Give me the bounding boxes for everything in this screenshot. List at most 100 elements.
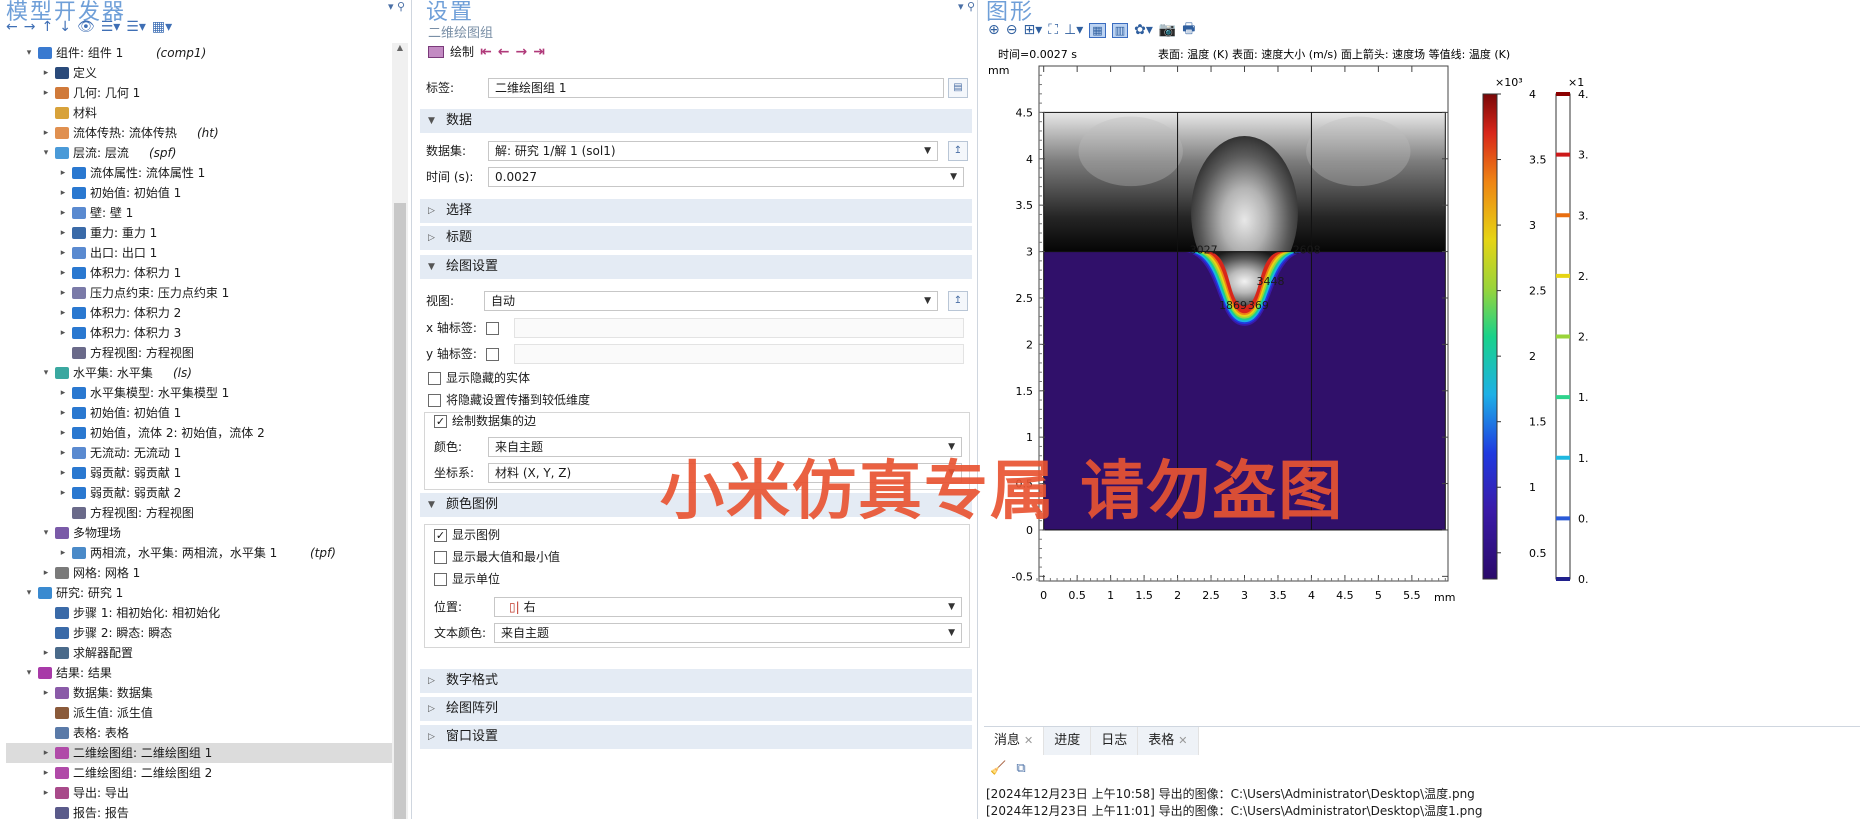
tree-expand-icon[interactable]: ▸	[41, 643, 51, 663]
tree-item[interactable]: ▾ 层流: 层流 (spf)	[6, 143, 398, 163]
tree-item[interactable]: ▸ 流体属性: 流体属性 1	[6, 163, 398, 183]
tree-item[interactable]: ▾ 组件: 组件 1 (comp1)	[6, 43, 398, 63]
dataset-select[interactable]: 解: 研究 1/解 1 (sol1) ▼	[488, 141, 938, 161]
tree-expand-icon[interactable]: ▸	[58, 303, 68, 323]
tree-expand-icon[interactable]: ▸	[58, 223, 68, 243]
plot-button[interactable]: 绘制	[450, 43, 474, 60]
show-maxmin-checkbox[interactable]	[434, 551, 447, 564]
dataset-goto-icon[interactable]: ↥	[948, 141, 968, 161]
graphics-plot[interactable]: 时间=0.0027 s 表面: 温度 (K) 表面: 速度大小 (m/s) 面上…	[984, 44, 1860, 726]
tree-collapse-icon[interactable]: ▾	[24, 43, 34, 63]
tree-expand-icon[interactable]: ▸	[41, 683, 51, 703]
tree-collapse-icon[interactable]: ▾	[41, 363, 51, 383]
tree-item[interactable]: ▸ 出口: 出口 1	[6, 243, 398, 263]
ylabel-checkbox[interactable]	[486, 348, 499, 361]
tree-item[interactable]: ▾ 多物理场	[6, 523, 398, 543]
scrollbar-thumb[interactable]	[394, 203, 406, 819]
plot-icon[interactable]	[428, 45, 444, 58]
plot-edges-checkbox[interactable]: ✓	[434, 415, 447, 428]
print-icon[interactable]: 🖶	[1182, 18, 1195, 42]
section-title[interactable]: ▷ 标题	[420, 226, 972, 250]
tree-item[interactable]: ▸ 网格: 网格 1	[6, 563, 398, 583]
tree-expand-icon[interactable]: ▸	[41, 783, 51, 803]
tab-2[interactable]: 日志	[1091, 727, 1139, 755]
tree-expand-icon[interactable]: ▸	[41, 83, 51, 103]
last-icon[interactable]: ⇥	[533, 44, 545, 60]
tree-expand-icon[interactable]: ▸	[58, 383, 68, 403]
tree-item[interactable]: 步骤 1: 相初始化: 相初始化	[6, 603, 398, 623]
xlabel-checkbox[interactable]	[486, 322, 499, 335]
view-goto-icon[interactable]: ↥	[948, 291, 968, 311]
tab-3[interactable]: 表格 ✕	[1138, 727, 1199, 755]
zoom-out-icon[interactable]: ⊖	[1006, 22, 1018, 38]
tree-collapse-icon[interactable]: ▾	[24, 663, 34, 683]
section-number-format[interactable]: ▷ 数字格式	[420, 669, 972, 693]
tree-expand-icon[interactable]: ▸	[58, 203, 68, 223]
tree-expand-icon[interactable]: ▸	[41, 763, 51, 783]
forward-arrow-icon[interactable]: →	[24, 19, 36, 35]
show-hidden-checkbox[interactable]	[428, 372, 441, 385]
tree-expand-icon[interactable]: ▸	[58, 263, 68, 283]
section-window-settings[interactable]: ▷ 窗口设置	[420, 725, 972, 749]
tree-expand-icon[interactable]: ▸	[41, 743, 51, 763]
tree-item[interactable]: ▸ 数据集: 数据集	[6, 683, 398, 703]
move-up-icon[interactable]: ↑	[41, 19, 53, 35]
tree-item[interactable]: ▸ 两相流，水平集: 两相流，水平集 1 (tpf)	[6, 543, 398, 563]
expand-sections-icon[interactable]: ☰▾	[101, 19, 121, 35]
settings-pin-icon[interactable]: ▾ ⚲	[958, 0, 975, 13]
tree-expand-icon[interactable]: ▸	[58, 483, 68, 503]
next-icon[interactable]: →	[515, 44, 527, 60]
tree-expand-icon[interactable]: ▸	[41, 123, 51, 143]
show-legend-checkbox[interactable]: ✓	[434, 529, 447, 542]
tree-item[interactable]: ▸ 二维绘图组: 二维绘图组 1	[6, 743, 398, 763]
legend-toggle-icon[interactable]: ▥	[1111, 22, 1129, 38]
close-icon[interactable]: ✕	[1178, 734, 1187, 747]
camera-icon[interactable]: 📷	[1159, 22, 1176, 38]
tree-item[interactable]: ▸ 初始值，流体 2: 初始值，流体 2	[6, 423, 398, 443]
tree-item[interactable]: ▸ 体积力: 体积力 2	[6, 303, 398, 323]
tree-collapse-icon[interactable]: ▾	[41, 143, 51, 163]
tree-item[interactable]: 报告: 报告	[6, 803, 398, 819]
tree-item[interactable]: ▸ 无流动: 无流动 1	[6, 443, 398, 463]
section-data[interactable]: ▼ 数据	[420, 109, 972, 133]
zoom-box-icon[interactable]: ⊞▾	[1023, 22, 1042, 38]
tree-expand-icon[interactable]: ▸	[58, 243, 68, 263]
tree-expand-icon[interactable]: ▸	[58, 463, 68, 483]
back-arrow-icon[interactable]: ←	[6, 19, 18, 35]
grid-toggle-icon[interactable]: ▦	[1089, 22, 1106, 38]
text-color-select[interactable]: 来自主题 ▼	[494, 623, 962, 643]
label-input[interactable]: 二维绘图组 1	[488, 78, 944, 98]
first-icon[interactable]: ⇤	[480, 44, 492, 60]
tree-item[interactable]: ▸ 初始值: 初始值 1	[6, 183, 398, 203]
tree-item[interactable]: ▸ 几何: 几何 1	[6, 83, 398, 103]
tree-item[interactable]: 步骤 2: 瞬态: 瞬态	[6, 623, 398, 643]
move-down-icon[interactable]: ↓	[59, 19, 71, 35]
position-select[interactable]: ▯| 右 ▼	[494, 597, 962, 617]
time-select[interactable]: 0.0027 ▼	[488, 167, 964, 187]
show-icon[interactable]: 👁	[77, 19, 95, 35]
tree-item[interactable]: ▾ 结果: 结果	[6, 663, 398, 683]
tree-expand-icon[interactable]: ▸	[58, 323, 68, 343]
view-select[interactable]: 自动 ▼	[484, 291, 938, 311]
tree-expand-icon[interactable]: ▸	[58, 163, 68, 183]
tree-item[interactable]: ▸ 求解器配置	[6, 643, 398, 663]
tree-expand-icon[interactable]: ▸	[58, 443, 68, 463]
xlabel-input[interactable]	[514, 318, 964, 338]
show-units-checkbox[interactable]	[434, 573, 447, 586]
previous-icon[interactable]: ←	[498, 44, 510, 60]
tree-collapse-icon[interactable]: ▾	[41, 523, 51, 543]
tree-item[interactable]: 派生值: 派生值	[6, 703, 398, 723]
tree-item[interactable]: ▸ 弱贡献: 弱贡献 2	[6, 483, 398, 503]
tree-expand-icon[interactable]: ▸	[58, 283, 68, 303]
tree-expand-icon[interactable]: ▸	[58, 543, 68, 563]
tree-expand-icon[interactable]: ▸	[41, 63, 51, 83]
tree-item[interactable]: ▸ 重力: 重力 1	[6, 223, 398, 243]
scroll-up-icon[interactable]: ▲	[392, 43, 408, 57]
panel-pin-icon[interactable]: ▾ ⚲	[388, 0, 405, 13]
tree-collapse-icon[interactable]: ▾	[24, 583, 34, 603]
ylabel-input[interactable]	[514, 344, 964, 364]
tree-item[interactable]: ▾ 研究: 研究 1	[6, 583, 398, 603]
copy-icon[interactable]: ⧉	[1016, 761, 1025, 776]
section-plot-array[interactable]: ▷ 绘图阵列	[420, 697, 972, 721]
tree-view-icon[interactable]: ▦▾	[152, 19, 172, 35]
